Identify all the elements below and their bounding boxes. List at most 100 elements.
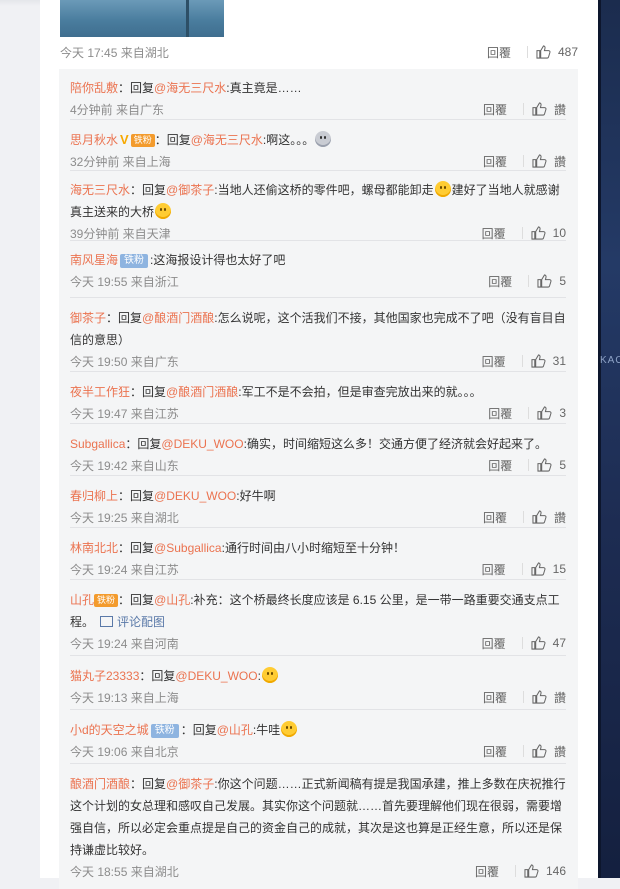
- reply-word: 回复: [166, 133, 191, 147]
- reply-word: 回复: [192, 723, 217, 737]
- reply-username[interactable]: 林南北北: [70, 541, 118, 555]
- thumb-up-icon[interactable]: [532, 690, 547, 704]
- reply-username[interactable]: 春归柳上: [70, 489, 118, 503]
- reply-button[interactable]: 回覆: [483, 153, 507, 170]
- like-count[interactable]: 5: [559, 274, 566, 288]
- reply-body: 小d的天空之城 铁粉 ：回复@山孔:牛哇: [70, 719, 566, 741]
- like-count[interactable]: 讚: [554, 743, 566, 760]
- like-count[interactable]: 10: [553, 226, 566, 240]
- reply-button[interactable]: 回覆: [482, 635, 506, 652]
- reply-username[interactable]: Subgallica: [70, 437, 125, 451]
- like-count[interactable]: 47: [553, 636, 566, 650]
- reply-button[interactable]: 回覆: [483, 509, 507, 526]
- like-count[interactable]: 讚: [554, 153, 566, 170]
- mention-link[interactable]: @Subgallica: [154, 541, 222, 555]
- reply-button[interactable]: 回覆: [488, 457, 512, 474]
- mention-link[interactable]: @DEKU_WOO: [161, 437, 243, 451]
- reply-word: 回复: [142, 777, 167, 791]
- reply-username[interactable]: 酿酒门酒酿: [70, 777, 130, 791]
- reply-item: 南风星海 铁粉:这海报设计得也太好了吧 今天 19:55 来自浙江 回覆 5: [70, 249, 566, 289]
- reply-username[interactable]: 南风星海: [70, 253, 118, 267]
- reply-button[interactable]: 回覆: [482, 353, 506, 370]
- reply-item: 春归柳上：回复@DEKU_WOO:好牛啊 今天 19:25 来自湖北 回覆 讚: [70, 485, 566, 525]
- emoji-icon: [281, 721, 298, 737]
- reply-text: :真主竟是……: [226, 81, 302, 95]
- thumb-up-icon[interactable]: [532, 744, 547, 758]
- reply-time: 4分钟前 来自广东: [70, 103, 165, 117]
- reply-username[interactable]: 山孔: [70, 593, 94, 607]
- reply-time: 32分钟前 来自上海: [70, 155, 171, 169]
- reply-username[interactable]: 御茶子: [70, 311, 106, 325]
- like-count[interactable]: 3: [559, 406, 566, 420]
- divider-line: [70, 527, 566, 528]
- divider-line: [70, 297, 566, 298]
- like-count[interactable]: 5: [559, 458, 566, 472]
- thumb-up-icon[interactable]: [536, 45, 551, 59]
- divider-line: [70, 655, 566, 656]
- like-count[interactable]: 15: [553, 562, 566, 576]
- reply-button[interactable]: 回覆: [475, 863, 499, 880]
- like-count[interactable]: 讚: [554, 689, 566, 706]
- reply-text: :啊这。。。: [262, 133, 315, 147]
- mention-link[interactable]: @酿酒门酒酿: [166, 385, 238, 399]
- reply-username[interactable]: 小d的天空之城: [70, 723, 149, 737]
- thumb-up-icon[interactable]: [531, 636, 546, 650]
- thumb-up-icon[interactable]: [531, 562, 546, 576]
- reply-body: 林南北北：回复@Subgallica:通行时间由八小时缩短至十分钟！: [70, 541, 405, 555]
- divider-line: [70, 371, 566, 372]
- reply-item: 思月秋水 V 铁粉 ：回复@海无三尺水:啊这。。。 32分钟前 来自上海 回覆 讚: [70, 129, 566, 169]
- reply-username[interactable]: 夜半工作狂: [70, 385, 130, 399]
- thumb-up-icon[interactable]: [532, 154, 547, 168]
- reply-text: :军工不是不会拍，但是审查完放出来的就。。。: [238, 385, 482, 399]
- thumb-up-icon[interactable]: [524, 864, 539, 878]
- divider-line: [70, 240, 566, 241]
- reply-meta: 今天 19:47 来自江苏 回覆 3: [70, 405, 566, 421]
- like-count[interactable]: 31: [553, 354, 566, 368]
- reply-meta: 今天 18:55 来自湖北 回覆 146: [70, 863, 566, 879]
- mention-link[interactable]: @酿酒门酒酿: [142, 311, 214, 325]
- reply-body: 思月秋水 V 铁粉 ：回复@海无三尺水:啊这。。。: [70, 129, 566, 151]
- comment-image-thumbnail[interactable]: [60, 0, 224, 37]
- mention-link[interactable]: @御茶子: [166, 777, 214, 791]
- reply-item: 山孔 铁粉 ：回复@山孔:补充：这个桥最终长度应该是 6.15 公里，是一带一路重要…: [70, 589, 566, 651]
- reply-button[interactable]: 回覆: [482, 225, 506, 242]
- reply-button[interactable]: 回覆: [487, 44, 511, 61]
- like-count[interactable]: 146: [546, 864, 566, 878]
- reply-username[interactable]: 陪你乱敷: [70, 81, 118, 95]
- reply-item: 夜半工作狂：回复@酿酒门酒酿:军工不是不会拍，但是审查完放出来的就。。。 今天 1…: [70, 381, 566, 421]
- thumb-up-icon[interactable]: [531, 226, 546, 240]
- comment-image-label[interactable]: 评论配图: [117, 615, 165, 629]
- reply-username[interactable]: 海无三尺水: [70, 183, 130, 197]
- mention-link[interactable]: @御茶子: [166, 183, 214, 197]
- thumb-up-icon[interactable]: [532, 510, 547, 524]
- mention-link[interactable]: @山孔: [154, 593, 190, 607]
- reply-actions: 回覆 讚: [483, 689, 566, 705]
- like-count[interactable]: 讚: [554, 101, 566, 118]
- reply-button[interactable]: 回覆: [488, 405, 512, 422]
- thumb-up-icon[interactable]: [537, 274, 552, 288]
- reply-meta: 今天 19:50 来自广东 回覆 31: [70, 353, 566, 369]
- comment-image-link[interactable]: 评论配图: [100, 615, 165, 629]
- reply-time: 今天 19:55 来自浙江: [70, 275, 179, 289]
- like-count[interactable]: 讚: [554, 509, 566, 526]
- thumb-up-icon[interactable]: [531, 354, 546, 368]
- thumb-up-icon[interactable]: [537, 458, 552, 472]
- reply-button[interactable]: 回覆: [483, 101, 507, 118]
- thumb-up-icon[interactable]: [537, 406, 552, 420]
- reply-actions: 回覆 讚: [483, 101, 566, 117]
- reply-username[interactable]: 思月秋水: [70, 133, 118, 147]
- mention-link[interactable]: @DEKU_WOO: [154, 489, 236, 503]
- thumb-up-icon[interactable]: [532, 102, 547, 116]
- reply-button[interactable]: 回覆: [483, 743, 507, 760]
- reply-item: 猫丸子23333：回复@DEKU_WOO: 今天 19:13 来自上海 回覆 讚: [70, 665, 566, 705]
- reply-username[interactable]: 猫丸子23333: [70, 669, 139, 683]
- reply-meta: 今天 19:24 来自江苏 回覆 15: [70, 561, 566, 577]
- mention-link[interactable]: @山孔: [217, 723, 253, 737]
- reply-button[interactable]: 回覆: [482, 561, 506, 578]
- reply-button[interactable]: 回覆: [483, 689, 507, 706]
- mention-link[interactable]: @海无三尺水: [154, 81, 226, 95]
- reply-list: 陪你乱敷：回复@海无三尺水:真主竟是…… 4分钟前 来自广东 回覆讚思月秋水 V 铁粉：…: [59, 69, 578, 889]
- reply-button[interactable]: 回覆: [488, 273, 512, 290]
- mention-link[interactable]: @海无三尺水: [191, 133, 263, 147]
- mention-link[interactable]: @DEKU_WOO: [175, 669, 257, 683]
